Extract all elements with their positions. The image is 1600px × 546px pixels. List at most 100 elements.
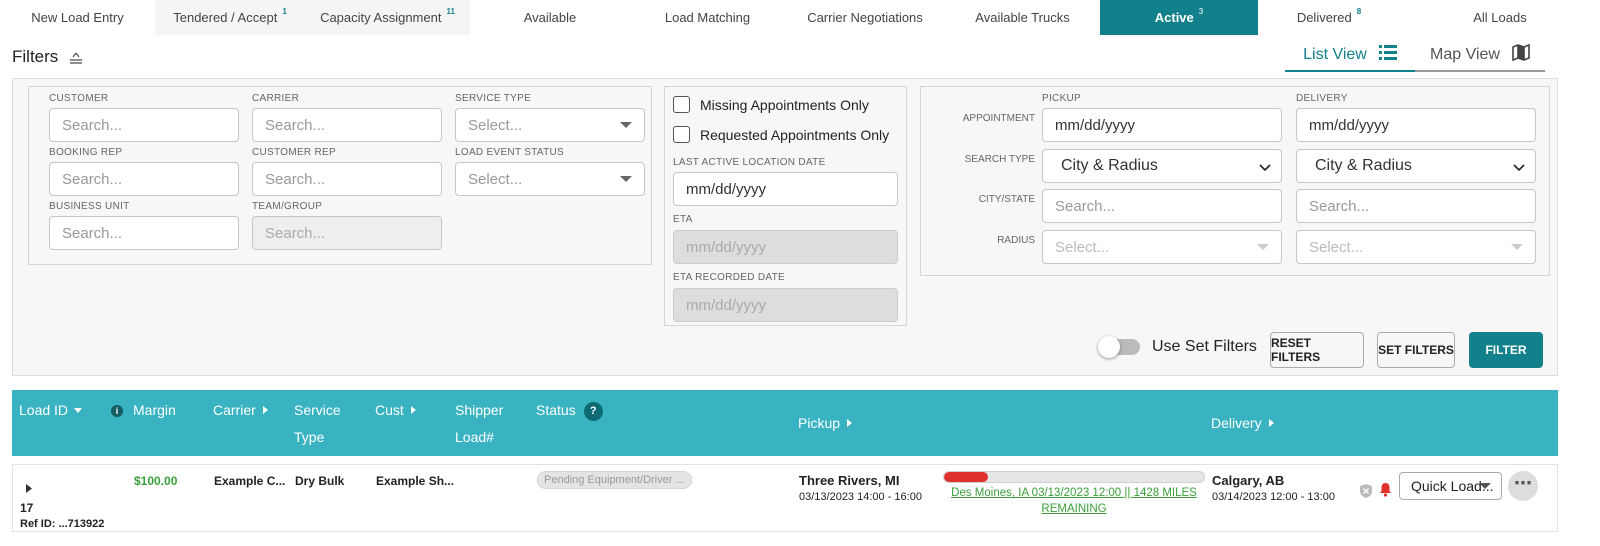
pickup-appointment-input[interactable]: mm/dd/yyyy [1042,108,1282,142]
shield-icon [1359,483,1373,502]
delivery-city: Calgary, AB [1212,473,1285,488]
caret-down-icon [1257,244,1269,250]
map-view-button[interactable]: Map View [1415,40,1545,72]
tab-capacity-assignment[interactable]: Capacity Assignment 11 [305,0,470,35]
delivery-header[interactable]: Delivery [1211,410,1274,437]
search-type-label: SEARCH TYPE [964,154,1035,165]
cust-header[interactable]: Cust [375,397,416,424]
customer-input[interactable]: Search... [49,108,239,142]
business-unit-label: BUSINESS UNIT [49,201,130,212]
route-progress-bar [943,471,1205,483]
delivery-radius-select[interactable]: Select... [1296,230,1536,264]
help-icon[interactable]: ? [583,401,603,421]
last-active-location-date-input[interactable]: mm/dd/yyyy [673,172,898,206]
pickup-city-state-input[interactable]: Search... [1042,189,1282,223]
service-type-select[interactable]: Select... [455,108,645,142]
tab-available-trucks[interactable]: Available Trucks [945,0,1100,35]
pickup-header[interactable]: Pickup [798,410,853,437]
filter-button[interactable]: FILTER [1469,332,1543,368]
list-view-button[interactable]: List View [1285,40,1415,72]
use-set-filters-toggle[interactable]: Use Set Filters [1098,336,1257,358]
sort-right-icon [262,406,268,414]
delivery-header: DELIVERY [1296,93,1348,104]
booking-rep-label: BOOKING REP [49,147,123,158]
bell-icon[interactable] [1379,482,1392,500]
collapse-filters-icon[interactable] [68,50,84,64]
tab-badge: 1 [282,7,287,16]
tab-badge: 8 [1356,7,1362,16]
missing-appointments-checkbox[interactable]: Missing Appointments Only [673,96,869,113]
carrier-header[interactable]: Carrier [213,397,268,424]
pickup-header: PICKUP [1042,93,1082,104]
info-icon[interactable]: i [111,405,123,417]
requested-appointments-checkbox[interactable]: Requested Appointments Only [673,126,889,143]
shipper-load-header[interactable]: Shipper Load# [455,397,503,451]
eta-recorded-date-label: ETA RECORDED DATE [673,272,785,283]
carrier-input[interactable]: Search... [252,108,442,142]
tab-load-matching[interactable]: Load Matching [630,0,785,35]
service-type-header[interactable]: Service Type [294,397,341,451]
pickup-search-type-select[interactable]: City & Radius [1042,149,1282,183]
checkbox[interactable] [673,96,690,113]
quick-load-select[interactable]: Quick Load... [1399,472,1502,500]
team-group-input[interactable]: Search... [252,216,442,250]
margin-header[interactable]: Margin [133,397,176,424]
sort-down-icon [74,408,83,413]
eta-input[interactable]: mm/dd/yyyy [673,230,898,264]
route-status-link[interactable]: Des Moines, IA 03/13/2023 12:00 || 1428 … [943,485,1205,517]
load-id-header[interactable]: Load ID [19,397,83,424]
toggle-knob [1098,336,1120,358]
table-row[interactable]: 17 Ref ID: ...713922 $100.00 Example C..… [12,464,1558,532]
set-filters-button[interactable]: SET FILTERS [1377,332,1455,368]
service-type-label: SERVICE TYPE [455,93,532,104]
sort-right-icon [1268,419,1274,427]
tab-carrier-negotiations[interactable]: Carrier Negotiations [785,0,945,35]
tab-active[interactable]: Active 3 [1100,0,1258,35]
appointment-label: APPOINTMENT [962,113,1035,124]
delivery-search-type-select[interactable]: City & Radius [1296,149,1536,183]
tab-tendered-accept[interactable]: Tendered / Accept 1 [155,0,305,35]
load-id[interactable]: 17 [20,501,33,515]
sort-right-icon [410,406,416,414]
service-type-value: Dry Bulk [295,474,345,488]
appointment-filters-box: Missing Appointments Only Requested Appo… [664,86,907,326]
filters-header: Filters [12,47,84,67]
view-switch: List View Map View [1285,40,1545,72]
delivery-time: 03/14/2023 12:00 - 13:00 [1212,491,1335,503]
city-state-label: CITY/STATE [978,194,1035,205]
status-header[interactable]: Status? [536,397,603,424]
loads-table-header: Load ID i Margin Carrier Service Type Cus… [12,390,1558,456]
tab-all-loads[interactable]: All Loads [1400,0,1600,35]
route-progress-fill [944,472,989,482]
delivery-city-state-input[interactable]: Search... [1296,189,1536,223]
load-event-status-select[interactable]: Select... [455,162,645,196]
sort-right-icon [847,419,853,427]
tab-delivered[interactable]: Delivered 8 [1258,0,1400,35]
checkbox[interactable] [673,126,690,143]
load-tabs: New Load Entry Tendered / Accept 1 Capaci… [0,0,1600,35]
reset-filters-button[interactable]: RESET FILTERS [1270,332,1364,368]
carrier-value[interactable]: Example C... [214,474,285,488]
tab-available[interactable]: Available [470,0,630,35]
business-unit-input[interactable]: Search... [49,216,239,250]
pickup-radius-select[interactable]: Select... [1042,230,1282,264]
customer-rep-input[interactable]: Search... [252,162,442,196]
pickup-city: Three Rivers, MI [799,473,900,488]
location-filters-box: PICKUP DELIVERY APPOINTMENT mm/dd/yyyy m… [920,86,1550,276]
caret-down-icon [620,122,632,128]
toggle-switch[interactable] [1098,336,1140,358]
eta-recorded-date-input[interactable]: mm/dd/yyyy [673,288,898,322]
tab-badge: 11 [446,7,455,16]
booking-rep-input[interactable]: Search... [49,162,239,196]
delivery-appointment-input[interactable]: mm/dd/yyyy [1296,108,1536,142]
customer-value[interactable]: Example Sh... [376,474,454,488]
tab-new-load-entry[interactable]: New Load Entry [0,0,155,35]
tab-badge: 3 [1198,7,1204,16]
chevron-down-icon [1513,159,1525,175]
margin-value: $100.00 [134,474,178,488]
load-event-status-label: LOAD EVENT STATUS [455,147,565,158]
caret-down-icon [1511,244,1523,250]
radius-label: RADIUS [997,235,1035,246]
expand-row-icon[interactable] [26,482,32,496]
more-options-button[interactable]: ⋯ [1508,471,1538,501]
